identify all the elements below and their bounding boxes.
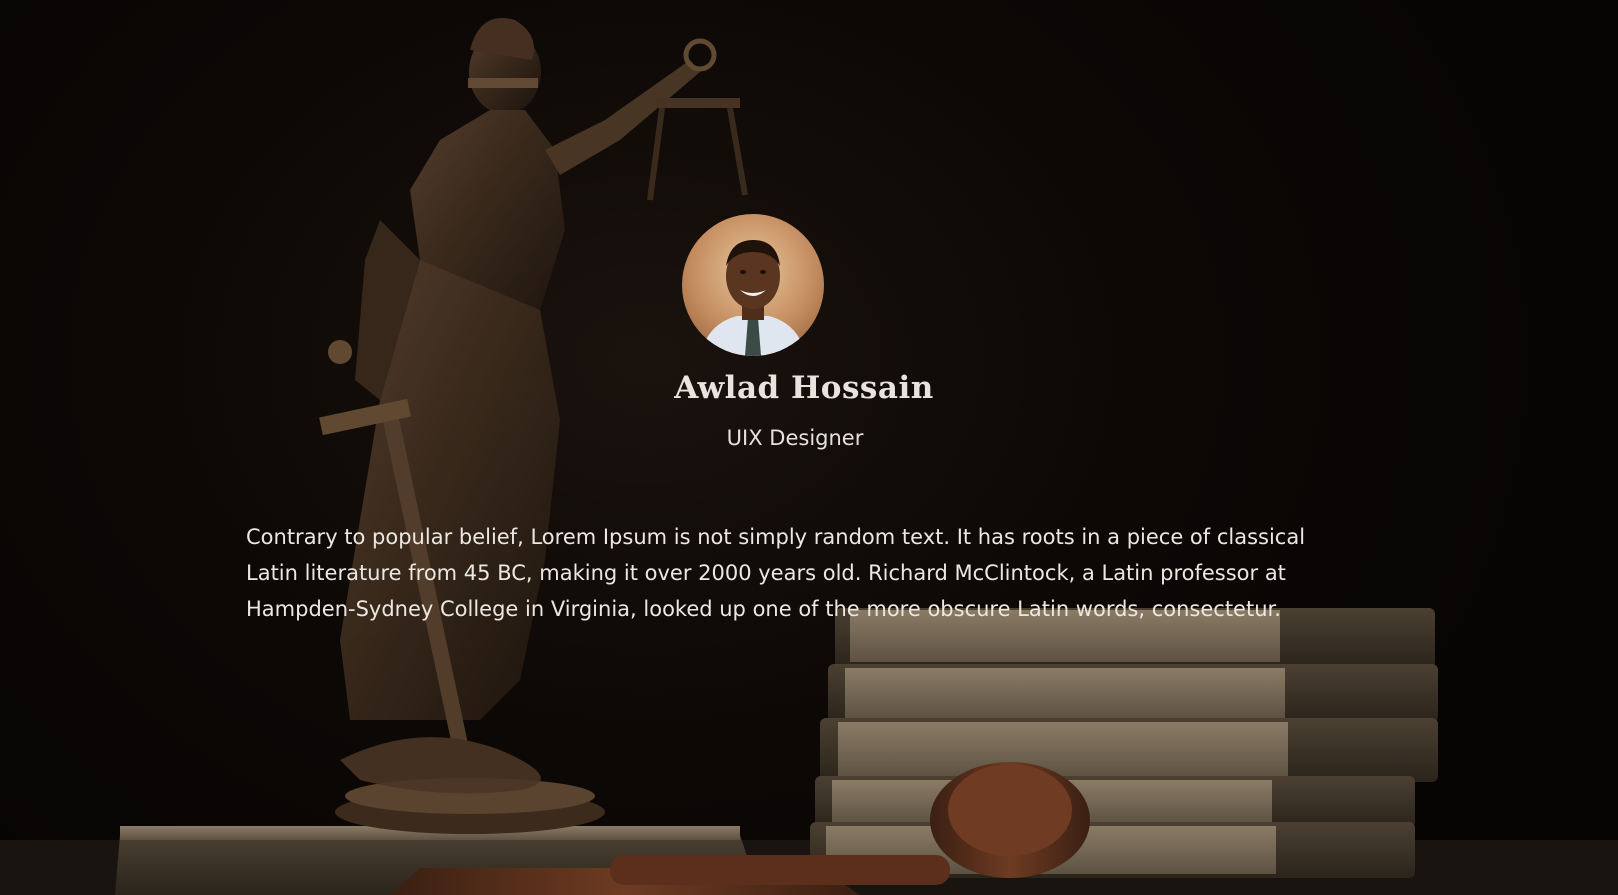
person-photo xyxy=(700,240,806,356)
profile-name: Awlad Hossain xyxy=(674,370,934,406)
profile-card: Awlad Hossain UIX Designer Contrary to p… xyxy=(0,0,1618,895)
profile-bio: Contrary to popular belief, Lorem Ipsum … xyxy=(246,525,1306,621)
profile-role: UIX Designer xyxy=(726,426,864,450)
hero-section: Awlad Hossain UIX Designer Contrary to p… xyxy=(0,0,1618,895)
profile-avatar xyxy=(682,214,824,356)
